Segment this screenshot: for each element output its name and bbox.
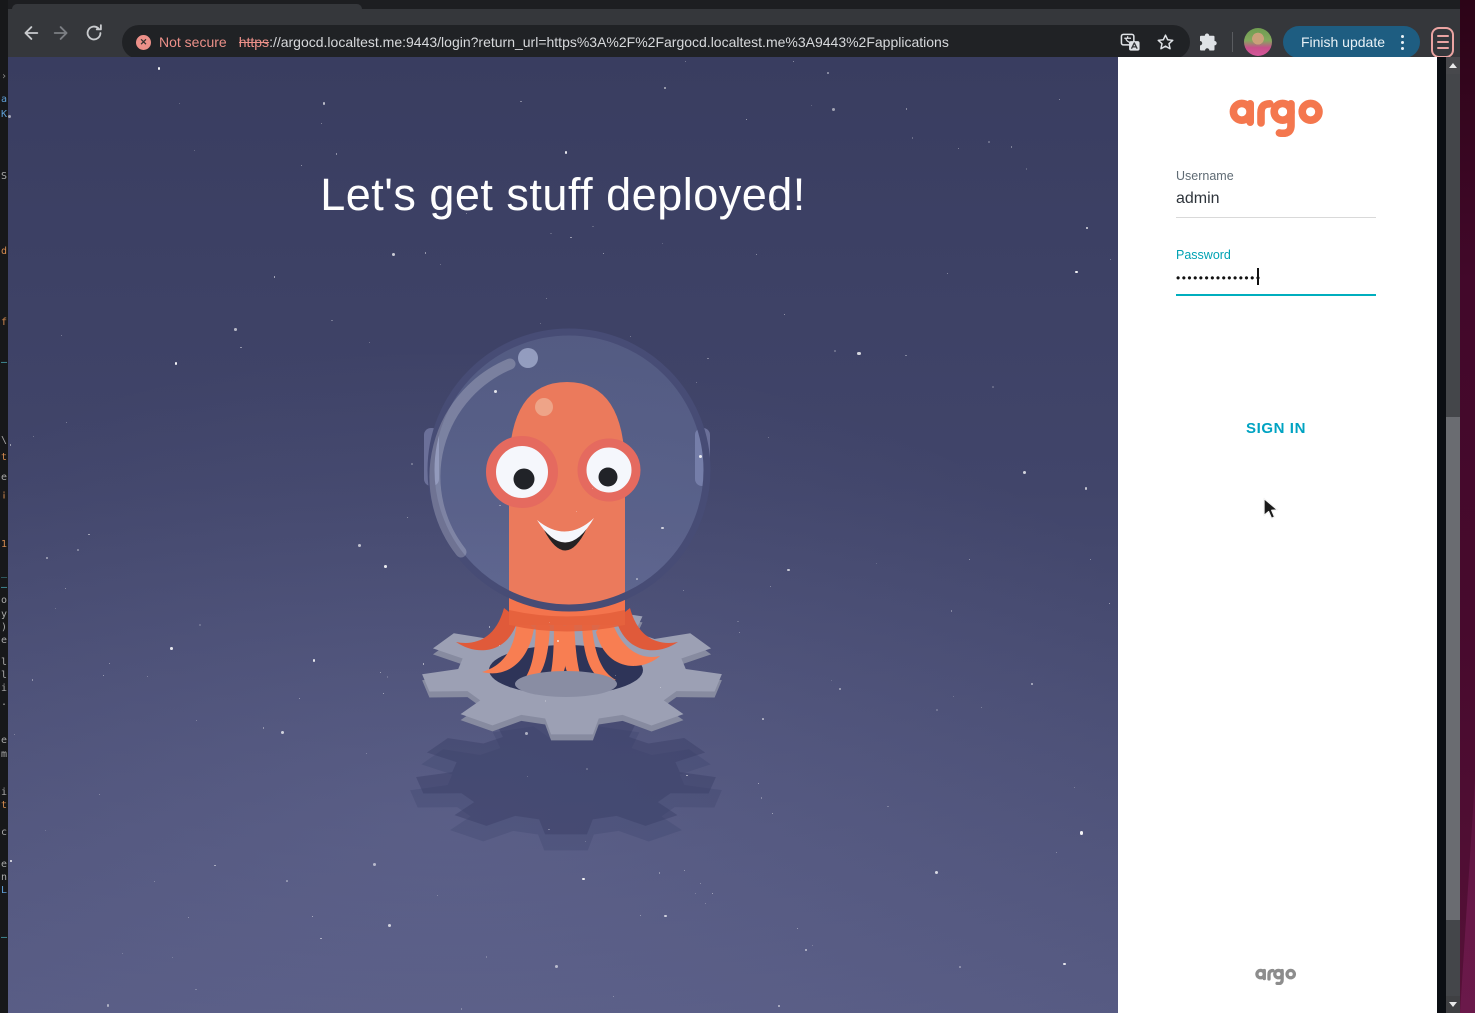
argo-logo <box>1177 91 1377 137</box>
mouse-cursor <box>1262 497 1280 521</box>
reload-icon <box>83 22 105 44</box>
scroll-down-button[interactable] <box>1446 996 1460 1013</box>
tab-strip <box>8 0 1460 9</box>
gear-hole-lip <box>515 671 617 697</box>
space-background: Let's get stuff deployed! <box>8 57 1118 1013</box>
back-arrow-icon <box>19 22 41 44</box>
vertical-scrollbar[interactable] <box>1446 57 1460 1013</box>
scroll-up-button[interactable] <box>1446 57 1460 74</box>
back-button[interactable] <box>14 17 46 49</box>
extensions-puzzle-icon[interactable] <box>1197 30 1221 54</box>
password-field: Password <box>1176 248 1376 296</box>
desktop-wallpaper-sliver <box>1460 0 1475 1013</box>
toolbar-separator <box>1232 32 1233 52</box>
site-security-chip[interactable]: ✕ Not secure <box>122 34 239 50</box>
sign-in-button[interactable]: SIGN IN <box>1176 420 1376 437</box>
finish-update-label: Finish update <box>1301 34 1385 50</box>
forward-arrow-icon <box>51 22 73 44</box>
argo-footer-wordmark-icon <box>1255 965 1297 985</box>
argo-wordmark-icon <box>1229 91 1325 137</box>
login-panel: Username Password SIGN IN <box>1118 57 1437 1013</box>
not-secure-icon: ✕ <box>136 35 151 50</box>
argo-octopus-mascot <box>384 320 754 860</box>
translate-icon[interactable] <box>1120 32 1141 53</box>
triangle-up-icon <box>1449 63 1457 68</box>
page-edge-strip <box>1437 57 1446 1013</box>
password-input[interactable] <box>1176 271 1376 296</box>
browser-toolbar: ✕ Not secure https://argocd.localtest.me… <box>8 9 1460 57</box>
reload-button[interactable] <box>78 17 110 49</box>
forward-button[interactable] <box>46 17 78 49</box>
omnibox-action-icons <box>1110 32 1190 53</box>
screen: ›aKSdf–\te¡1_—oy)elli.emitcenL— <box>0 0 1475 1013</box>
profile-avatar[interactable] <box>1244 28 1272 56</box>
security-chip-label: Not secure <box>159 34 227 50</box>
finish-update-button[interactable]: Finish update <box>1283 26 1420 58</box>
address-bar[interactable]: ✕ Not secure https://argocd.localtest.me… <box>122 25 1190 59</box>
username-field: Username <box>1176 169 1376 218</box>
scrollbar-thumb[interactable] <box>1446 417 1460 920</box>
browser-menu-update-icon[interactable] <box>1431 27 1454 58</box>
browser-window: ✕ Not secure https://argocd.localtest.me… <box>8 0 1460 1013</box>
page-content: Let's get stuff deployed! <box>8 57 1460 1013</box>
url-rest: ://argocd.localtest.me:9443/login?return… <box>269 34 949 50</box>
username-input[interactable] <box>1176 190 1376 218</box>
text-caret <box>1257 268 1259 285</box>
triangle-down-icon <box>1449 1002 1457 1007</box>
password-label: Password <box>1176 248 1376 262</box>
hero-headline: Let's get stuff deployed! <box>8 169 1118 221</box>
space-helmet <box>431 332 707 608</box>
url-struck-scheme: https <box>239 34 269 50</box>
kebab-menu-icon[interactable] <box>1395 31 1410 54</box>
url-text: https://argocd.localtest.me:9443/login?r… <box>239 34 1110 50</box>
bookmark-star-icon[interactable] <box>1155 32 1176 53</box>
argo-footer-logo <box>1176 965 1376 985</box>
username-label: Username <box>1176 169 1376 183</box>
background-terminal-window-sliver: ›aKSdf–\te¡1_—oy)elli.emitcenL— <box>0 0 8 1013</box>
